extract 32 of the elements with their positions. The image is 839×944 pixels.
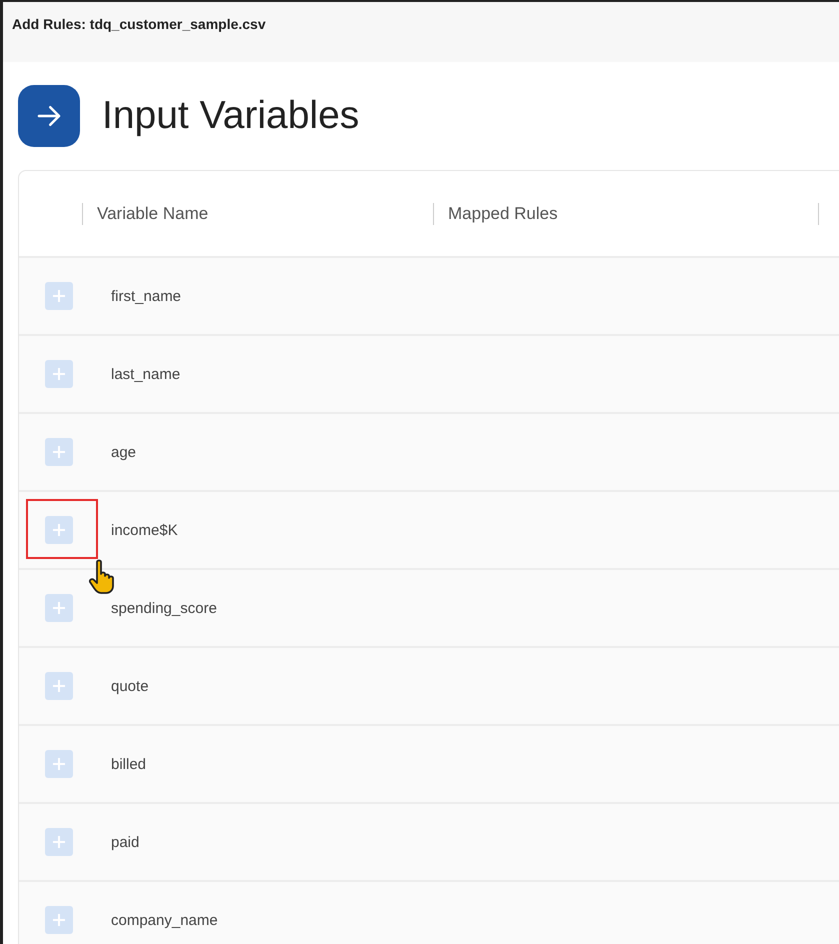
add-button[interactable] [45, 750, 73, 778]
plus-icon [52, 601, 66, 615]
section-title: Input Variables [102, 94, 360, 138]
variable-name: billed [111, 756, 146, 772]
add-button[interactable] [45, 828, 73, 856]
variable-name: company_name [111, 912, 218, 928]
plus-icon [52, 445, 66, 459]
window-title: Add Rules: tdq_customer_sample.csv [3, 2, 839, 62]
variable-name: spending_score [111, 600, 217, 616]
plus-icon [52, 679, 66, 693]
add-button[interactable] [45, 594, 73, 622]
variable-name: quote [111, 678, 149, 694]
variable-name: first_name [111, 288, 182, 304]
column-header[interactable]: Mapped Rules [448, 204, 558, 224]
variable-name: last_name [111, 366, 180, 382]
variable-name: age [111, 444, 136, 460]
variable-name: income$K [111, 522, 178, 538]
plus-icon [52, 367, 66, 381]
add-button[interactable] [45, 906, 73, 934]
add-button[interactable] [45, 360, 73, 388]
plus-icon [52, 289, 66, 303]
plus-icon [52, 913, 66, 927]
plus-icon [52, 757, 66, 771]
add-button[interactable] [45, 282, 73, 310]
column-header[interactable]: Variable Name [97, 204, 208, 224]
variable-name: paid [111, 834, 140, 850]
add-button[interactable] [45, 672, 73, 700]
add-button[interactable] [45, 438, 73, 466]
plus-icon [52, 835, 66, 849]
plus-icon [52, 523, 66, 537]
add-button[interactable] [45, 516, 73, 544]
arrow-icon [18, 84, 80, 146]
